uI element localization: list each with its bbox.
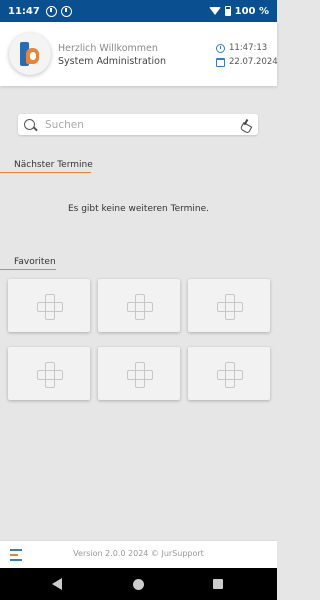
favorites-divider [0, 269, 56, 270]
plus-icon [127, 361, 153, 388]
app-footer: Version 2.0.0 2024 © JurSupport [0, 540, 277, 568]
favorite-tile-add[interactable] [188, 347, 270, 400]
user-name: System Administration [58, 56, 166, 67]
wifi-icon [208, 7, 221, 15]
favorite-tile-add[interactable] [8, 279, 90, 332]
search-icon [24, 119, 35, 130]
favorite-tile-add[interactable] [188, 279, 270, 332]
battery-level: 100 % [234, 5, 269, 17]
status-bar: 11:47 100 % [0, 0, 277, 22]
plus-icon [217, 361, 243, 388]
back-icon[interactable] [52, 578, 62, 590]
favorites-title: Favoriten [14, 257, 56, 267]
plus-icon [217, 293, 243, 320]
appointments-divider [0, 172, 91, 173]
search-input[interactable] [45, 118, 240, 131]
time-value: 11:47:13 [229, 43, 268, 53]
app-logo[interactable] [9, 33, 51, 75]
favorite-tile-add[interactable] [98, 347, 180, 400]
plus-icon [37, 293, 63, 320]
search-bar [18, 114, 258, 135]
status-time: 11:47 [8, 5, 40, 17]
recent-apps-icon[interactable] [213, 579, 223, 589]
battery-icon [224, 6, 231, 16]
app-header: Herzlich Willkommen System Administratio… [0, 22, 278, 86]
date-value: 22.07.2024 [229, 57, 278, 67]
favorite-tile-add[interactable] [8, 347, 90, 400]
appointments-title: Nächster Termine [14, 160, 93, 170]
current-date: 22.07.2024 [216, 57, 278, 67]
welcome-text: Herzlich Willkommen [58, 43, 158, 54]
calendar-icon [216, 57, 225, 67]
sync-icon [45, 5, 57, 17]
home-icon[interactable] [133, 579, 144, 590]
appointments-empty-message: Es gibt keine weiteren Termine. [67, 204, 210, 214]
sync-icon [60, 5, 72, 17]
current-time: 11:47:13 [216, 43, 267, 53]
plus-icon [127, 293, 153, 320]
clock-icon [216, 43, 225, 53]
status-indicators: 100 % [208, 5, 269, 17]
logo-icon [20, 42, 40, 66]
plus-icon [37, 361, 63, 388]
clear-search-icon[interactable] [240, 119, 252, 131]
system-nav-bar [0, 568, 277, 600]
version-text: Version 2.0.0 2024 © JurSupport [73, 549, 204, 558]
favorite-tile-add[interactable] [98, 279, 180, 332]
